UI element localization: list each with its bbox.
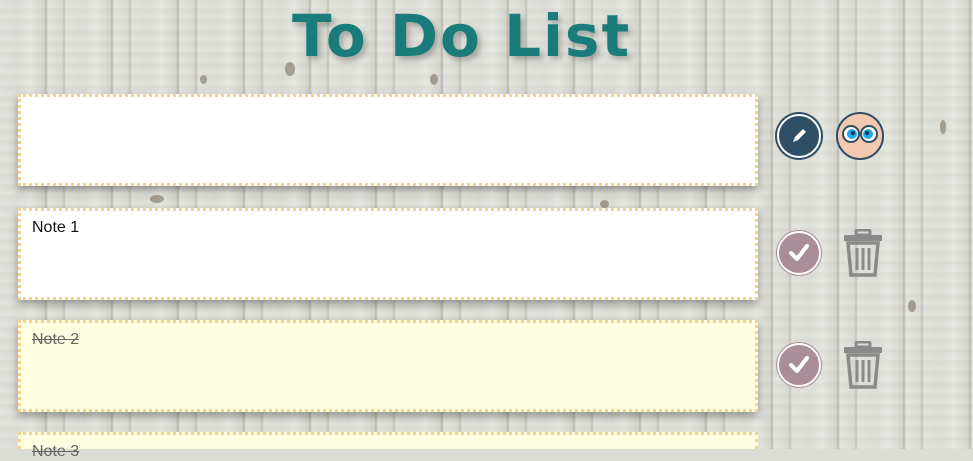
avatar[interactable] [836,112,884,160]
note-text: Note 3 [32,443,80,460]
new-note-input[interactable] [18,94,758,186]
delete-button[interactable] [842,228,884,281]
complete-button[interactable] [777,343,821,387]
edit-button[interactable] [777,114,821,158]
wood-knot [200,75,207,84]
wood-knot [600,200,609,208]
trash-icon [844,340,882,389]
trash-icon [844,228,882,277]
wood-knot [940,120,946,134]
delete-button[interactable] [842,340,884,393]
wood-knot [430,74,438,85]
wood-knot [908,300,916,312]
note-item[interactable]: Note 2 [18,320,758,412]
note-text: Note 2 [32,331,80,348]
complete-button[interactable] [777,231,821,275]
note-text: Note 1 [32,219,80,236]
wood-knot [150,195,164,203]
page-title: To Do List [292,2,632,70]
pencil-icon [793,129,806,142]
note-item[interactable]: Note 3 [18,432,758,460]
note-item[interactable]: Note 1 [18,208,758,300]
checkmark-icon [789,356,809,373]
avatar-glasses-icon [838,114,882,158]
checkmark-icon [789,244,809,261]
